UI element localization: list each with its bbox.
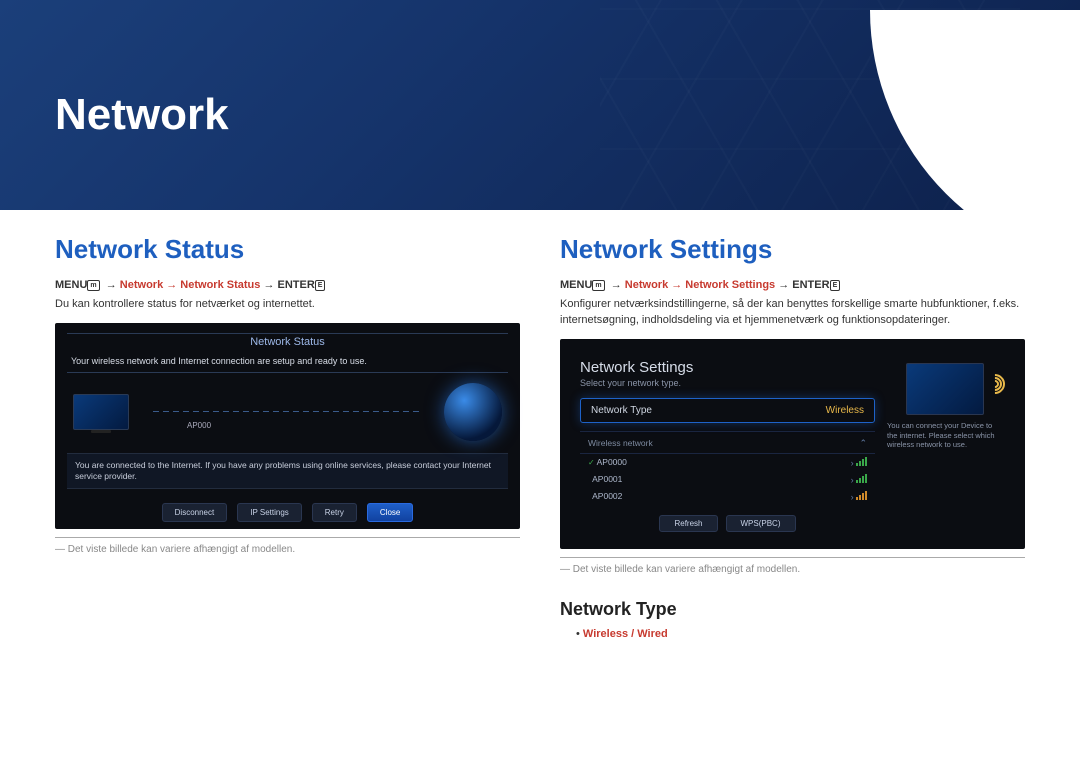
- close-button[interactable]: Close: [367, 503, 413, 522]
- check-icon: [588, 475, 590, 484]
- ap-row[interactable]: AP0001 ›: [580, 471, 875, 488]
- chevron-right-icon: ›: [851, 492, 854, 502]
- wps-button[interactable]: WPS(PBC): [726, 515, 796, 532]
- ap-row[interactable]: AP0002 ›: [580, 488, 875, 505]
- menu-crumb: Network → Network Status: [120, 279, 261, 291]
- refresh-button[interactable]: Refresh: [659, 515, 717, 532]
- signal-icon: [856, 457, 867, 466]
- shot-warning: You are connected to the Internet. If yo…: [67, 453, 508, 489]
- status-desc: Du kan kontrollere status for netværket …: [55, 297, 520, 313]
- chevron-up-icon: ⌃: [859, 438, 867, 449]
- retry-button[interactable]: Retry: [312, 503, 357, 522]
- globe-icon: [444, 383, 502, 441]
- shot-subtitle: Select your network type.: [580, 378, 875, 388]
- chapter-title: Network: [55, 90, 229, 140]
- connection-line: [153, 411, 420, 412]
- menu-crumb: Network → Network Settings: [625, 279, 775, 291]
- menu-path-settings: MENUm → Network → Network Settings → ENT…: [560, 279, 1025, 291]
- settings-desc: Konfigurer netværksindstillingerne, så d…: [560, 297, 1025, 329]
- shot-diagram: AP000: [67, 373, 508, 453]
- disconnect-button[interactable]: Disconnect: [162, 503, 228, 522]
- enter-icon: E: [315, 280, 326, 291]
- shot-title: Network Status: [67, 333, 508, 354]
- banner-pattern: [600, 0, 1020, 210]
- options-text: Wireless / Wired: [583, 628, 668, 640]
- menu-label: MENU: [560, 279, 592, 291]
- enter-label: ENTER: [278, 279, 315, 291]
- network-type-options: • Wireless / Wired: [576, 628, 1025, 640]
- wifi-icon: [985, 368, 1009, 392]
- ap-name: AP0001: [592, 474, 622, 484]
- heading-network-settings: Network Settings: [560, 234, 1025, 265]
- menu-icon: m: [592, 280, 604, 291]
- shot-buttons: Disconnect IP Settings Retry Close: [67, 503, 508, 522]
- shot-buttons: Refresh WPS(PBC): [580, 515, 875, 532]
- check-icon: ✓: [588, 458, 595, 467]
- network-type-value: Wireless: [826, 405, 864, 416]
- heading-network-status: Network Status: [55, 234, 520, 265]
- sidebar-help-text: You can connect your Device to the inter…: [885, 421, 1005, 450]
- menu-icon: m: [87, 280, 99, 291]
- enter-icon: E: [830, 280, 841, 291]
- settings-note: ― Det viste billede kan variere afhængig…: [560, 557, 1025, 575]
- shot-sidebar: You can connect your Device to the inter…: [885, 359, 1005, 529]
- signal-icon: [856, 474, 867, 483]
- heading-network-type: Network Type: [560, 599, 1025, 620]
- ap-name: AP0000: [597, 457, 627, 467]
- device-thumbnail: [906, 363, 984, 415]
- ap-row[interactable]: ✓ AP0000 ›: [580, 454, 875, 471]
- ap-label: AP000: [187, 421, 211, 430]
- network-type-row[interactable]: Network Type Wireless: [580, 398, 875, 423]
- ap-name: AP0002: [592, 491, 622, 501]
- signal-icon: [856, 491, 867, 500]
- section-network-status: Network Status MENUm → Network → Network…: [55, 234, 520, 640]
- shot-main: Network Settings Select your network typ…: [580, 359, 875, 529]
- page-content: Network Status MENUm → Network → Network…: [0, 210, 1080, 640]
- shot-status-msg: Your wireless network and Internet conne…: [67, 354, 508, 373]
- tv-icon: [73, 394, 129, 430]
- shot-title: Network Settings: [580, 359, 875, 376]
- menu-label: MENU: [55, 279, 87, 291]
- wireless-section-header: Wireless network ⌃: [580, 431, 875, 454]
- network-type-label: Network Type: [591, 405, 652, 416]
- chevron-right-icon: ›: [851, 458, 854, 468]
- menu-path-status: MENUm → Network → Network Status → ENTER…: [55, 279, 520, 291]
- check-icon: [588, 492, 590, 501]
- chevron-right-icon: ›: [851, 475, 854, 485]
- section-label: Wireless network: [588, 438, 653, 449]
- screenshot-network-settings: Network Settings Select your network typ…: [560, 339, 1025, 549]
- enter-label: ENTER: [792, 279, 829, 291]
- screenshot-network-status: Network Status Your wireless network and…: [55, 323, 520, 529]
- ip-settings-button[interactable]: IP Settings: [237, 503, 302, 522]
- section-network-settings: Network Settings MENUm → Network → Netwo…: [560, 234, 1025, 640]
- status-note: ― Det viste billede kan variere afhængig…: [55, 537, 520, 555]
- chapter-banner: Network: [0, 0, 1080, 210]
